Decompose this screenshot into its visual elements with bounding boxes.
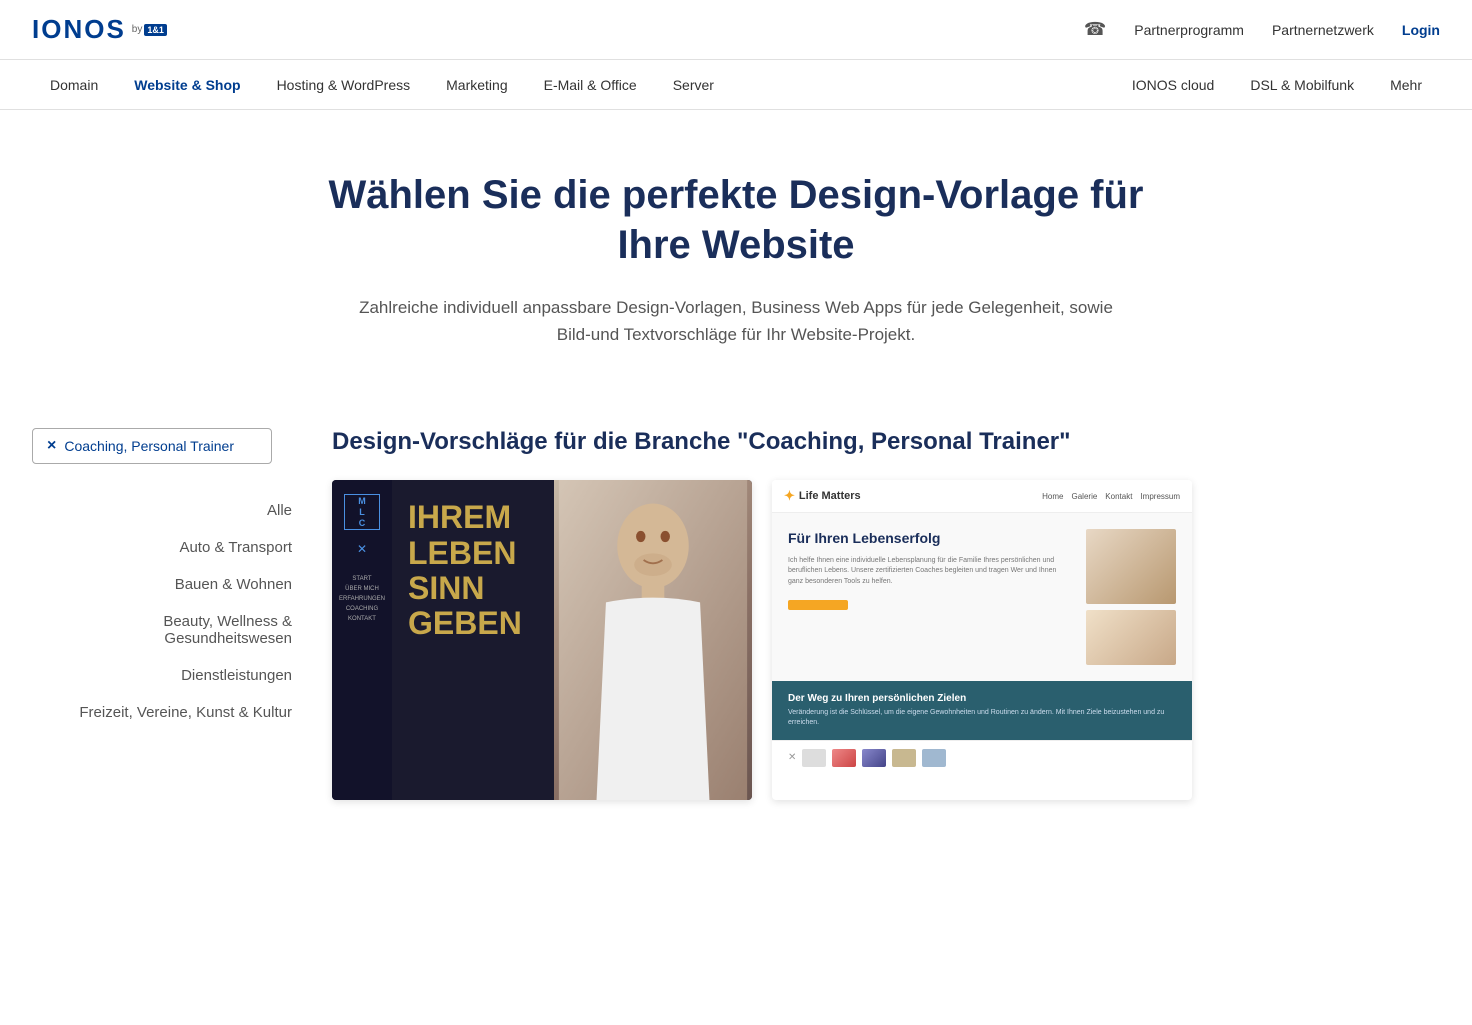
template-header: ✦ Life Matters Home Galerie Kontakt Impr… [772,480,1192,513]
footer-thumb-3 [862,749,886,767]
hero-section: Wählen Sie die perfekte Design-Vorlage f… [0,110,1472,388]
category-list: Alle Auto & Transport Bauen & Wohnen Bea… [32,492,292,731]
phone-icon[interactable]: ☎ [1084,19,1106,40]
template-logo-box: M L C [344,494,380,530]
sidebar-item-bauen[interactable]: Bauen & Wohnen [32,566,292,603]
template-x-icon: ✕ [357,542,367,556]
hero-title: Wählen Sie die perfekte Design-Vorlage f… [326,170,1146,270]
content-area: × Coaching, Personal Trainer Alle Auto &… [0,388,1472,888]
partnerprogramm-link[interactable]: Partnerprogramm [1134,22,1244,38]
hero-subtitle: Zahlreiche individuell anpassbare Design… [356,294,1116,348]
nav-website-shop[interactable]: Website & Shop [116,60,258,110]
footer-thumb-4 [892,749,916,767]
nav-cloud[interactable]: IONOS cloud [1114,60,1232,110]
template-hero-body: Ich helfe Ihnen eine individuelle Lebens… [788,556,1070,588]
footer-close-icon: ✕ [788,752,796,763]
templates-grid: M L C ✕ START ÜBER MICH ERFAHRUNGEN COAC… [332,480,1440,800]
top-bar: IONOS by 1&1 ☎ Partnerprogramm Partnerne… [0,0,1472,60]
sidebar-item-auto[interactable]: Auto & Transport [32,529,292,566]
footer-thumb-2 [832,749,856,767]
main-content: Design-Vorschläge für die Branche "Coach… [312,428,1440,888]
person-illustration [554,480,752,800]
filter-tag[interactable]: × Coaching, Personal Trainer [32,428,272,464]
sidebar-item-beauty[interactable]: Beauty, Wellness & Gesundheitswesen [32,603,292,657]
nav-hosting[interactable]: Hosting & WordPress [259,60,429,110]
footer-thumb-1 [802,749,826,767]
logo-star-icon: ✦ [784,488,795,504]
top-nav: ☎ Partnerprogramm Partnernetzwerk Login [1084,19,1440,40]
nav-server[interactable]: Server [655,60,732,110]
template-logo: ✦ Life Matters [784,488,861,504]
template-teal-body: Veränderung ist die Schlüssel, um die ei… [788,708,1176,728]
template-hero-section: Für Ihren Lebenserfolg Ich helfe Ihnen e… [772,513,1192,681]
template-hero-image-2 [1086,610,1176,665]
template-teal-title: Der Weg zu Ihren persönlichen Zielen [788,693,1176,704]
sidebar-item-alle[interactable]: Alle [32,492,292,529]
template-brand-name: Life Matters [799,490,861,502]
nav-mehr[interactable]: Mehr [1372,60,1440,110]
template-main-area: IHREMLEBENSINNGEBEN [392,480,752,800]
template-footer: ✕ [772,740,1192,775]
sidebar: × Coaching, Personal Trainer Alle Auto &… [32,428,312,888]
sidebar-item-dienstleistungen[interactable]: Dienstleistungen [32,657,292,694]
template-nav: Home Galerie Kontakt Impressum [1042,492,1180,501]
template-hero-title: Für Ihren Lebenserfolg [788,529,1070,547]
template-image-column [1086,529,1176,665]
filter-tag-label: Coaching, Personal Trainer [64,438,234,454]
template-sidebar-links: START ÜBER MICH ERFAHRUNGEN COACHING KON… [339,576,385,622]
nav-marketing[interactable]: Marketing [428,60,525,110]
footer-thumb-5 [922,749,946,767]
sidebar-item-freizeit[interactable]: Freizeit, Vereine, Kunst & Kultur [32,694,292,731]
template-card-1[interactable]: M L C ✕ START ÜBER MICH ERFAHRUNGEN COAC… [332,480,752,800]
partnernetzwerk-link[interactable]: Partnernetzwerk [1272,22,1374,38]
template-cta-button[interactable] [788,600,848,610]
template-card-2[interactable]: ✦ Life Matters Home Galerie Kontakt Impr… [772,480,1192,800]
nav-dsl[interactable]: DSL & Mobilfunk [1232,60,1372,110]
section-title: Design-Vorschläge für die Branche "Coach… [332,428,1440,456]
template-text-section: Für Ihren Lebenserfolg Ich helfe Ihnen e… [788,529,1070,665]
brand-by: by 1&1 [132,24,167,36]
login-button[interactable]: Login [1402,22,1440,38]
brand-badge: 1&1 [144,24,167,36]
filter-tag-close-icon[interactable]: × [47,437,56,455]
logo[interactable]: IONOS by 1&1 [32,14,167,45]
main-nav: Domain Website & Shop Hosting & WordPres… [0,60,1472,110]
nav-domain[interactable]: Domain [32,60,116,110]
nav-email[interactable]: E-Mail & Office [526,60,655,110]
template-teal-section: Der Weg zu Ihren persönlichen Zielen Ver… [772,681,1192,740]
template-hero-image [1086,529,1176,604]
template-photo [554,480,752,800]
brand-name: IONOS [32,14,126,45]
template-sidebar-strip: M L C ✕ START ÜBER MICH ERFAHRUNGEN COAC… [332,480,392,800]
